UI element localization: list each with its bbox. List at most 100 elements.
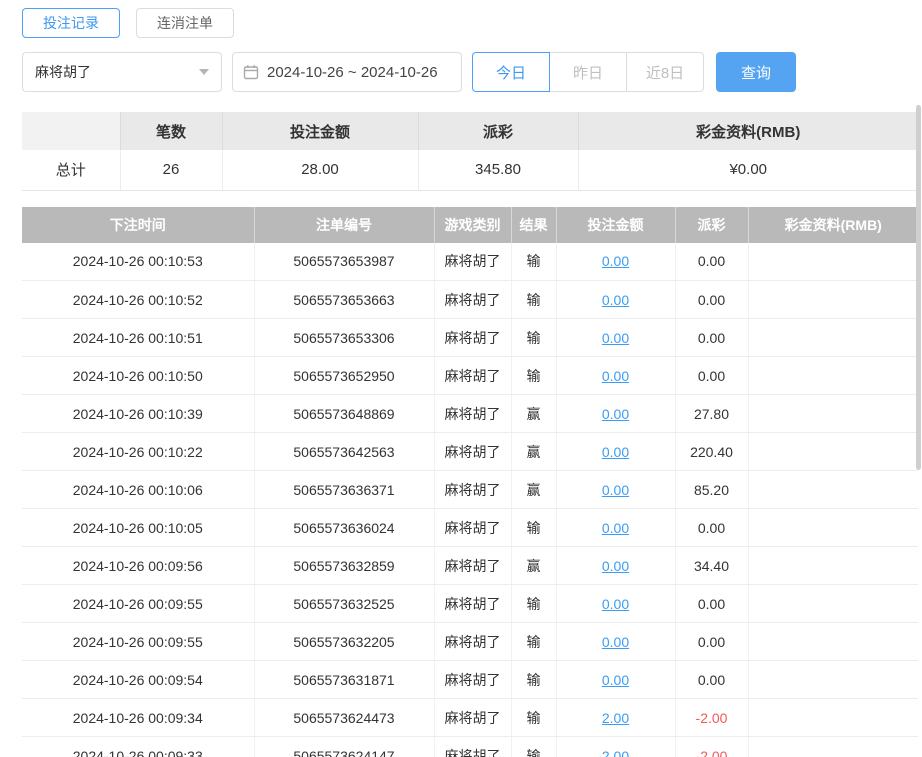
header-order-number: 注单编号 [254, 206, 435, 243]
cell-result: 输 [511, 508, 557, 547]
cell-game-type: 麻将胡了 [434, 546, 512, 585]
cell-bet-amount: 0.00 [556, 394, 676, 433]
cell-bet-time: 2024-10-26 00:09:55 [22, 584, 255, 623]
cell-order-number: 5065573631871 [254, 660, 435, 699]
summary-header-payout: 派彩 [418, 112, 579, 150]
cell-bet-time: 2024-10-26 00:09:54 [22, 660, 255, 699]
table-row: 2024-10-26 00:10:22 5065573642563 麻将胡了 赢… [22, 432, 918, 471]
cell-order-number: 5065573632205 [254, 622, 435, 661]
records-body: 2024-10-26 00:10:53 5065573653987 麻将胡了 输… [22, 242, 918, 757]
header-result: 结果 [511, 206, 557, 243]
cell-game-type: 麻将胡了 [434, 660, 512, 699]
bet-amount-link[interactable]: 0.00 [602, 292, 629, 308]
cell-result: 赢 [511, 394, 557, 433]
cell-order-number: 5065573632525 [254, 584, 435, 623]
bet-amount-link[interactable]: 0.00 [602, 482, 629, 498]
yesterday-button[interactable]: 昨日 [549, 52, 627, 92]
cell-result: 输 [511, 356, 557, 395]
cell-payout: 220.40 [675, 432, 749, 471]
cell-game-type: 麻将胡了 [434, 394, 512, 433]
cell-bonus [748, 736, 918, 757]
cell-bet-time: 2024-10-26 00:10:05 [22, 508, 255, 547]
tab-betting-records[interactable]: 投注记录 [22, 8, 120, 38]
cell-order-number: 5065573653987 [254, 242, 435, 281]
cell-result: 输 [511, 280, 557, 319]
today-button[interactable]: 今日 [472, 52, 550, 92]
calendar-icon [243, 65, 259, 80]
cell-bet-amount: 0.00 [556, 242, 676, 281]
summary-total-label: 总计 [22, 150, 121, 191]
cell-order-number: 5065573648869 [254, 394, 435, 433]
bet-amount-link[interactable]: 0.00 [602, 634, 629, 650]
cell-payout: 0.00 [675, 508, 749, 547]
header-bet-amount: 投注金额 [556, 206, 676, 243]
cell-bonus [748, 470, 918, 509]
cell-game-type: 麻将胡了 [434, 280, 512, 319]
cell-bonus [748, 660, 918, 699]
bet-amount-link[interactable]: 0.00 [602, 596, 629, 612]
cell-order-number: 5065573624147 [254, 736, 435, 757]
cell-result: 输 [511, 698, 557, 737]
cell-game-type: 麻将胡了 [434, 622, 512, 661]
betting-records-page: 投注记录 连消注单 麻将胡了 2024-10-26 ~ 2024-10-26 今… [0, 0, 922, 757]
summary-total-row: 总计 26 28.00 345.80 ¥0.00 [22, 150, 918, 191]
filter-bar: 麻将胡了 2024-10-26 ~ 2024-10-26 今日 昨日 近8日 查… [22, 52, 918, 92]
cell-game-type: 麻将胡了 [434, 584, 512, 623]
cell-bet-amount: 0.00 [556, 356, 676, 395]
bet-amount-link[interactable]: 0.00 [602, 368, 629, 384]
cell-bet-time: 2024-10-26 00:10:51 [22, 318, 255, 357]
cell-bet-time: 2024-10-26 00:09:56 [22, 546, 255, 585]
cell-bet-amount: 0.00 [556, 584, 676, 623]
cell-payout: 0.00 [675, 242, 749, 281]
cell-bet-amount: 0.00 [556, 622, 676, 661]
cell-bet-time: 2024-10-26 00:09:33 [22, 736, 255, 757]
cell-payout: 34.40 [675, 546, 749, 585]
bet-amount-link[interactable]: 2.00 [602, 748, 629, 757]
cell-bonus [748, 242, 918, 281]
table-row: 2024-10-26 00:10:52 5065573653663 麻将胡了 输… [22, 280, 918, 319]
cell-order-number: 5065573636371 [254, 470, 435, 509]
bet-amount-link[interactable]: 0.00 [602, 444, 629, 460]
table-row: 2024-10-26 00:10:53 5065573653987 麻将胡了 输… [22, 242, 918, 281]
bet-amount-link[interactable]: 0.00 [602, 672, 629, 688]
cell-bet-amount: 2.00 [556, 736, 676, 757]
cell-result: 输 [511, 584, 557, 623]
bet-amount-link[interactable]: 2.00 [602, 710, 629, 726]
chevron-down-icon [199, 69, 209, 75]
summary-count-value: 26 [120, 150, 223, 191]
last-8-days-button[interactable]: 近8日 [626, 52, 704, 92]
table-row: 2024-10-26 00:09:33 5065573624147 麻将胡了 输… [22, 736, 918, 757]
cell-payout: 0.00 [675, 356, 749, 395]
header-bet-time: 下注时间 [22, 206, 255, 243]
bet-amount-link[interactable]: 0.00 [602, 330, 629, 346]
game-select-value: 麻将胡了 [35, 64, 91, 80]
summary-table: 笔数 投注金额 派彩 彩金资料(RMB) 总计 26 28.00 345.80 … [22, 112, 918, 191]
cell-game-type: 麻将胡了 [434, 508, 512, 547]
vertical-scrollbar[interactable] [916, 105, 921, 470]
cell-game-type: 麻将胡了 [434, 242, 512, 281]
cell-bonus [748, 584, 918, 623]
cell-result: 输 [511, 660, 557, 699]
summary-header-bonus: 彩金资料(RMB) [578, 112, 918, 150]
cell-result: 赢 [511, 546, 557, 585]
quick-range-group: 今日 昨日 近8日 [472, 52, 704, 92]
cell-bet-time: 2024-10-26 00:10:06 [22, 470, 255, 509]
date-range-input[interactable]: 2024-10-26 ~ 2024-10-26 [232, 52, 462, 92]
bet-amount-link[interactable]: 0.00 [602, 520, 629, 536]
cell-bonus [748, 280, 918, 319]
table-row: 2024-10-26 00:09:56 5065573632859 麻将胡了 赢… [22, 546, 918, 585]
cell-bet-amount: 0.00 [556, 660, 676, 699]
bet-amount-link[interactable]: 0.00 [602, 558, 629, 574]
table-row: 2024-10-26 00:09:34 5065573624473 麻将胡了 输… [22, 698, 918, 737]
query-button[interactable]: 查询 [716, 52, 796, 92]
table-row: 2024-10-26 00:10:39 5065573648869 麻将胡了 赢… [22, 394, 918, 433]
cell-bet-time: 2024-10-26 00:10:52 [22, 280, 255, 319]
table-row: 2024-10-26 00:09:54 5065573631871 麻将胡了 输… [22, 660, 918, 699]
game-select[interactable]: 麻将胡了 [22, 52, 222, 92]
bet-amount-link[interactable]: 0.00 [602, 406, 629, 422]
cell-order-number: 5065573652950 [254, 356, 435, 395]
cell-bonus [748, 508, 918, 547]
bet-amount-link[interactable]: 0.00 [602, 253, 629, 269]
summary-header-row: 笔数 投注金额 派彩 彩金资料(RMB) [22, 112, 918, 150]
tab-cancelled-orders[interactable]: 连消注单 [136, 8, 234, 38]
